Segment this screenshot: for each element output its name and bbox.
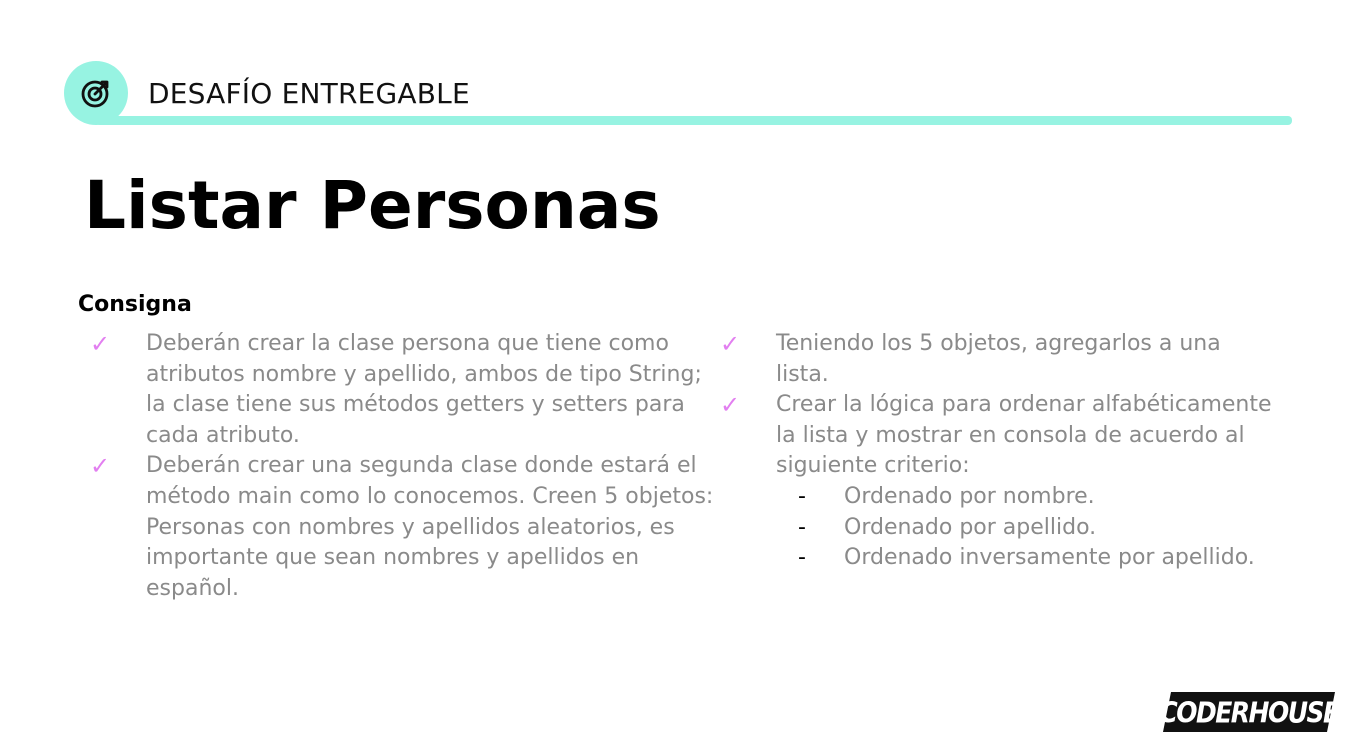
list-item-text: Teniendo los 5 objetos, agregarlos a una… — [776, 331, 1221, 387]
header-label: DESAFÍO ENTREGABLE — [148, 77, 470, 110]
page-title: Listar Personas — [84, 167, 661, 244]
list-item-text: Deberán crear una segunda clase donde es… — [146, 453, 714, 601]
checkmark-icon: ✓ — [720, 391, 741, 420]
dash-bullet: - — [798, 545, 806, 571]
right-column-list: ✓ Teniendo los 5 objetos, agregarlos a u… — [718, 329, 1278, 574]
dash-bullet: - — [798, 483, 806, 509]
criteria-sublist: - Ordenado por nombre. - Ordenado por ap… — [776, 482, 1278, 574]
sublist-item-text: Ordenado por nombre. — [844, 483, 1095, 509]
list-item: ✓ Deberán crear la clase persona que tie… — [88, 329, 716, 451]
sublist-item-text: Ordenado inversamente por apellido. — [844, 545, 1255, 571]
list-item: ✓ Deberán crear una segunda clase donde … — [88, 451, 716, 604]
dash-bullet: - — [798, 514, 806, 540]
list-item: ✓ Teniendo los 5 objetos, agregarlos a u… — [718, 329, 1278, 390]
header-icon-badge — [64, 61, 128, 125]
list-item-text: Deberán crear la clase persona que tiene… — [146, 331, 702, 448]
left-column-list: ✓ Deberán crear la clase persona que tie… — [88, 329, 716, 604]
logo-text: CODERHOUSE — [1159, 695, 1340, 729]
target-icon — [81, 80, 109, 108]
checkmark-icon: ✓ — [90, 452, 111, 481]
coderhouse-logo: CODERHOUSE — [1159, 692, 1340, 732]
sublist-item: - Ordenado por nombre. — [776, 482, 1278, 513]
sublist-item-text: Ordenado por apellido. — [844, 514, 1097, 540]
header-underline — [96, 116, 1292, 125]
list-item-text: Crear la lógica para ordenar alfabéticam… — [776, 392, 1272, 479]
sublist-item: - Ordenado inversamente por apellido. — [776, 543, 1278, 574]
sublist-item: - Ordenado por apellido. — [776, 513, 1278, 544]
section-heading: Consigna — [78, 292, 192, 317]
checkmark-icon: ✓ — [720, 330, 741, 358]
checkmark-icon: ✓ — [90, 330, 111, 358]
list-item: ✓ Crear la lógica para ordenar alfabétic… — [718, 390, 1278, 574]
